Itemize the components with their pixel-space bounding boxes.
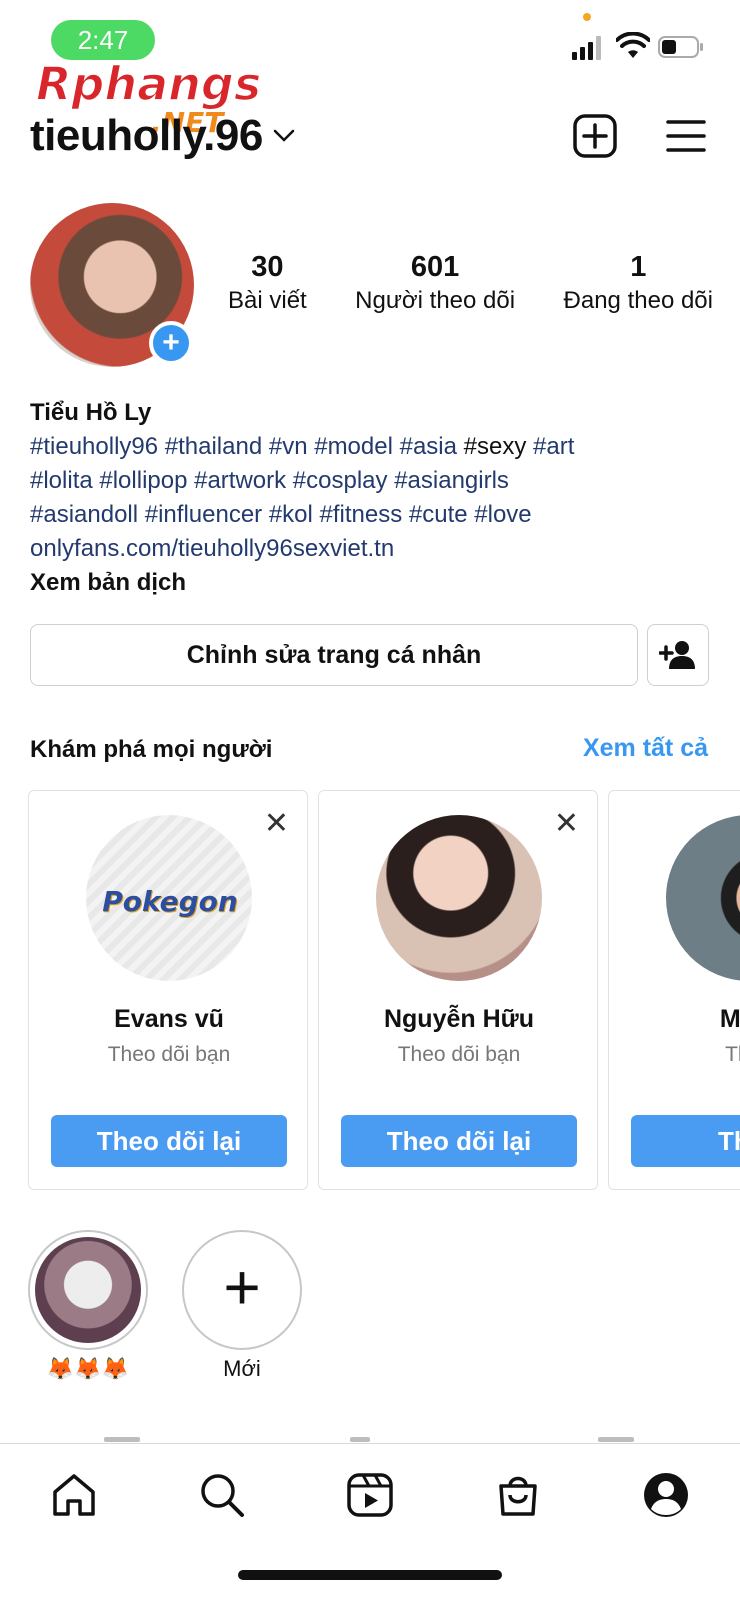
edit-profile-button[interactable]: Chỉnh sửa trang cá nhân — [30, 624, 638, 686]
dismiss-icon[interactable]: ✕ — [264, 809, 289, 839]
highlight-item[interactable]: 🦊🦊🦊 — [28, 1230, 148, 1382]
shop-icon[interactable] — [493, 1470, 543, 1520]
suggestion-carousel[interactable]: ✕ Pokegon Evans vũ Theo dõi bạn Theo dõi… — [28, 790, 740, 1190]
home-icon[interactable] — [49, 1470, 99, 1520]
stat-followers[interactable]: 601 Người theo dõi — [355, 250, 515, 318]
suggestion-card[interactable]: ✕ Nguyễn Hữu Theo dõi bạn Theo dõi lại — [318, 790, 598, 1190]
reels-icon[interactable] — [345, 1470, 395, 1520]
bio-line: #tieuholly96 #thailand #vn #model #asia … — [30, 430, 720, 464]
privacy-indicator-icon — [583, 13, 591, 21]
reels-tab-icon[interactable] — [350, 1437, 370, 1442]
menu-icon[interactable] — [666, 118, 706, 154]
stat-label: Người theo dõi — [355, 287, 516, 314]
grid-tab-icon[interactable] — [104, 1437, 140, 1442]
highlight-cover[interactable] — [28, 1230, 148, 1350]
avatar-logo-text: Pokegon — [102, 885, 238, 918]
signal-icon — [572, 36, 601, 60]
svg-text:Rphangs: Rphangs — [36, 57, 261, 111]
suggestion-avatar[interactable]: Pokegon — [86, 815, 252, 981]
battery-icon — [658, 36, 703, 58]
bio-hashtags[interactable]: #lolita #lollipop #artwork #cosplay #asi… — [30, 464, 720, 498]
bio-text: #sexy — [463, 433, 527, 460]
status-time: 2:47 — [51, 20, 155, 60]
suggestion-avatar[interactable] — [666, 815, 740, 981]
profile-tabs[interactable] — [0, 1437, 740, 1442]
bio-link[interactable]: onlyfans.com/tieuholly96sexviet.tn — [30, 532, 720, 566]
discover-people-button[interactable] — [647, 624, 709, 686]
stat-posts[interactable]: 30 Bài viết — [228, 250, 307, 318]
display-name: Tiểu Hồ Ly — [30, 399, 152, 426]
follow-back-button[interactable]: Theo dõi lại — [51, 1115, 287, 1167]
new-highlight-button[interactable]: + — [182, 1230, 302, 1350]
chevron-down-icon — [273, 129, 295, 142]
highlight-label: 🦊🦊🦊 — [46, 1356, 130, 1381]
stat-label: Bài viết — [228, 287, 307, 314]
profile-icon[interactable] — [641, 1470, 691, 1520]
tagged-tab-icon[interactable] — [598, 1437, 634, 1442]
dismiss-icon[interactable]: ✕ — [554, 809, 579, 839]
stat-following[interactable]: 1 Đang theo dõi — [564, 250, 713, 318]
suggestion-name[interactable]: Minh — [609, 1005, 740, 1034]
suggestion-subtitle: Theo dõi bạn — [107, 1043, 231, 1066]
see-all-link[interactable]: Xem tất cả — [583, 734, 708, 763]
stat-label: Đang theo dõi — [563, 287, 713, 314]
suggestion-subtitle: Theo — [725, 1043, 740, 1066]
search-icon[interactable] — [197, 1470, 247, 1520]
bio-hashtags[interactable]: #tieuholly96 #thailand #vn #model #asia — [30, 433, 464, 460]
suggestion-subtitle: Theo dõi bạn — [397, 1043, 521, 1066]
suggestion-name[interactable]: Evans vũ — [29, 1005, 309, 1034]
translate-link[interactable]: Xem bản dịch — [30, 566, 720, 600]
profile-stats: 30 Bài viết 601 Người theo dõi 1 Đang th… — [228, 250, 713, 318]
follow-back-button[interactable]: Theo dõi lại — [341, 1115, 577, 1167]
profile-bio: Tiểu Hồ Ly #tieuholly96 #thailand #vn #m… — [30, 396, 720, 600]
stat-value: 601 — [410, 251, 460, 283]
suggestion-avatar[interactable] — [376, 815, 542, 981]
wifi-icon — [616, 32, 650, 58]
home-indicator — [238, 1570, 502, 1580]
bio-hashtags[interactable]: #asiandoll #influencer #kol #fitness #cu… — [30, 498, 720, 532]
stat-value: 1 — [630, 251, 647, 283]
stat-value: 30 — [251, 251, 284, 283]
discover-title: Khám phá mọi người — [30, 736, 273, 763]
story-highlights: 🦊🦊🦊 + Mới — [28, 1230, 728, 1382]
username-switcher[interactable]: tieuholly.96 — [30, 110, 295, 162]
follow-back-button[interactable]: Theo — [631, 1115, 740, 1167]
suggestion-card[interactable]: ✕ Pokegon Evans vũ Theo dõi bạn Theo dõi… — [28, 790, 308, 1190]
plus-icon: + — [223, 1251, 261, 1323]
profile-username: tieuholly.96 — [30, 111, 263, 160]
highlight-label: Mới — [223, 1356, 261, 1381]
new-post-icon[interactable] — [573, 114, 617, 158]
add-story-plus-icon[interactable]: + — [149, 321, 193, 365]
new-highlight[interactable]: + Mới — [182, 1230, 302, 1382]
suggestion-card[interactable]: Minh Theo Theo — [608, 790, 740, 1190]
add-person-icon — [659, 641, 695, 669]
bio-hashtags[interactable]: #art — [526, 433, 574, 460]
suggestion-name[interactable]: Nguyễn Hữu — [319, 1005, 599, 1034]
